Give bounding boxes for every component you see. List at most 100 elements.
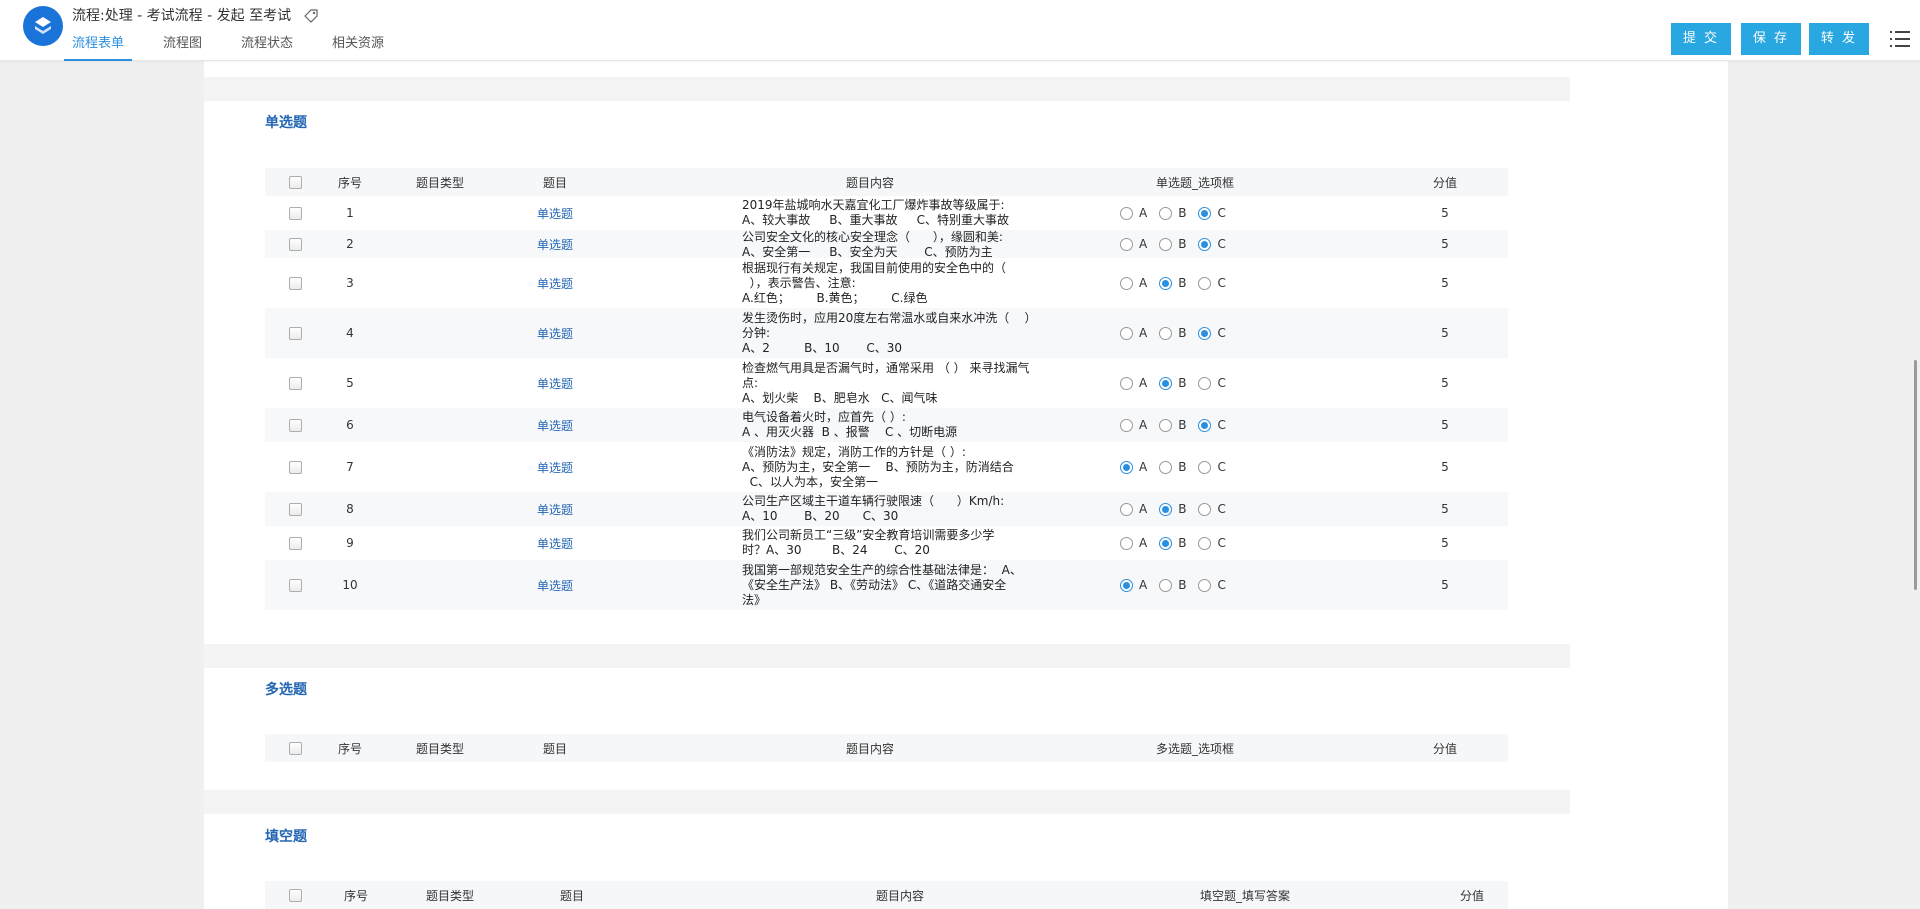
radio-button[interactable]	[1198, 502, 1212, 516]
option-a[interactable]: A	[1120, 276, 1147, 290]
forward-button[interactable]: 转 发	[1809, 23, 1869, 55]
save-button[interactable]: 保 存	[1741, 23, 1801, 55]
option-c[interactable]: C	[1198, 418, 1226, 432]
option-c[interactable]: C	[1198, 460, 1226, 474]
tab-status[interactable]: 流程状态	[233, 34, 301, 61]
option-c[interactable]: C	[1198, 502, 1226, 516]
subject-link[interactable]: 单选题	[525, 560, 585, 610]
option-c[interactable]: C	[1198, 326, 1226, 340]
subject-link[interactable]: 单选题	[525, 358, 585, 408]
option-a[interactable]: A	[1120, 418, 1147, 432]
tab-form[interactable]: 流程表单	[64, 34, 133, 61]
tag-icon[interactable]	[303, 8, 319, 24]
subject-link[interactable]: 单选题	[525, 526, 585, 560]
option-b[interactable]: B	[1159, 276, 1186, 290]
option-c[interactable]: C	[1198, 276, 1226, 290]
radio-button[interactable]	[1120, 326, 1133, 340]
select-all-checkbox[interactable]	[288, 888, 302, 902]
select-all-checkbox[interactable]	[288, 175, 302, 189]
radio-button[interactable]	[1159, 376, 1173, 390]
subject-link[interactable]: 单选题	[525, 492, 585, 526]
option-c[interactable]: C	[1198, 376, 1226, 390]
option-b[interactable]: B	[1159, 578, 1186, 592]
select-all-checkbox[interactable]	[288, 741, 302, 755]
radio-button[interactable]	[1198, 276, 1212, 290]
subject-link[interactable]: 单选题	[525, 308, 585, 358]
option-c[interactable]: C	[1198, 536, 1226, 550]
tab-resources[interactable]: 相关资源	[324, 34, 392, 61]
radio-button[interactable]	[1198, 418, 1212, 432]
radio-button[interactable]	[1120, 418, 1133, 432]
row-select-cell	[287, 196, 303, 230]
radio-button[interactable]	[1159, 578, 1173, 592]
radio-button[interactable]	[1198, 237, 1212, 251]
col-subject: 题目	[559, 888, 584, 903]
radio-button[interactable]	[1120, 460, 1133, 474]
table-row: 7 单选题 《消防法》规定，消防工作的方针是（ ）: A、预防为主，安全第一 B、预…	[265, 442, 1508, 492]
radio-button[interactable]	[1159, 418, 1173, 432]
option-b[interactable]: B	[1159, 418, 1186, 432]
radio-button[interactable]	[1159, 502, 1173, 516]
option-c[interactable]: C	[1198, 578, 1226, 592]
option-a[interactable]: A	[1120, 326, 1147, 340]
option-b[interactable]: B	[1159, 460, 1186, 474]
row-checkbox[interactable]	[288, 206, 302, 220]
option-c[interactable]: C	[1198, 206, 1226, 220]
option-b[interactable]: B	[1159, 376, 1186, 390]
radio-button[interactable]	[1120, 502, 1133, 516]
row-score: 5	[1441, 376, 1449, 390]
row-checkbox[interactable]	[288, 418, 302, 432]
row-checkbox[interactable]	[288, 502, 302, 516]
radio-button[interactable]	[1120, 276, 1133, 290]
scrollbar-thumb[interactable]	[1914, 360, 1917, 590]
radio-button[interactable]	[1159, 206, 1173, 220]
radio-button[interactable]	[1198, 536, 1212, 550]
option-label: B	[1178, 460, 1187, 474]
radio-button[interactable]	[1198, 206, 1212, 220]
radio-button[interactable]	[1159, 460, 1173, 474]
radio-button[interactable]	[1159, 536, 1173, 550]
radio-button[interactable]	[1198, 460, 1212, 474]
option-b[interactable]: B	[1159, 206, 1186, 220]
radio-button[interactable]	[1120, 237, 1133, 251]
option-b[interactable]: B	[1159, 237, 1186, 251]
radio-button[interactable]	[1198, 326, 1212, 340]
radio-button[interactable]	[1159, 237, 1173, 251]
option-a[interactable]: A	[1120, 237, 1147, 251]
submit-button[interactable]: 提 交	[1671, 23, 1731, 55]
option-a[interactable]: A	[1120, 376, 1147, 390]
option-b[interactable]: B	[1159, 536, 1186, 550]
option-a[interactable]: A	[1120, 206, 1147, 220]
option-a[interactable]: A	[1120, 460, 1147, 474]
row-checkbox[interactable]	[288, 578, 302, 592]
option-b[interactable]: B	[1159, 502, 1186, 516]
option-c[interactable]: C	[1198, 237, 1226, 251]
subject-link[interactable]: 单选题	[525, 442, 585, 492]
row-checkbox[interactable]	[288, 376, 302, 390]
tab-diagram[interactable]: 流程图	[155, 34, 210, 61]
radio-button[interactable]	[1159, 276, 1173, 290]
row-checkbox[interactable]	[288, 536, 302, 550]
option-b[interactable]: B	[1159, 326, 1186, 340]
option-a[interactable]: A	[1120, 536, 1147, 550]
radio-button[interactable]	[1198, 578, 1212, 592]
subject-link[interactable]: 单选题	[525, 258, 585, 308]
subject-link[interactable]: 单选题	[525, 196, 585, 230]
subject-link[interactable]: 单选题	[525, 408, 585, 442]
radio-button[interactable]	[1159, 326, 1173, 340]
row-checkbox[interactable]	[288, 237, 302, 251]
radio-button[interactable]	[1120, 376, 1133, 390]
list-menu-icon[interactable]	[1890, 30, 1910, 48]
option-a[interactable]: A	[1120, 578, 1147, 592]
radio-button[interactable]	[1198, 376, 1212, 390]
option-a[interactable]: A	[1120, 502, 1147, 516]
subject-link[interactable]: 单选题	[525, 230, 585, 258]
radio-button[interactable]	[1120, 578, 1133, 592]
radio-button[interactable]	[1120, 206, 1133, 220]
row-checkbox[interactable]	[288, 460, 302, 474]
option-label: B	[1178, 206, 1187, 220]
radio-button[interactable]	[1120, 536, 1133, 550]
row-checkbox[interactable]	[288, 276, 302, 290]
row-checkbox[interactable]	[288, 326, 302, 340]
row-no: 10	[342, 578, 358, 592]
